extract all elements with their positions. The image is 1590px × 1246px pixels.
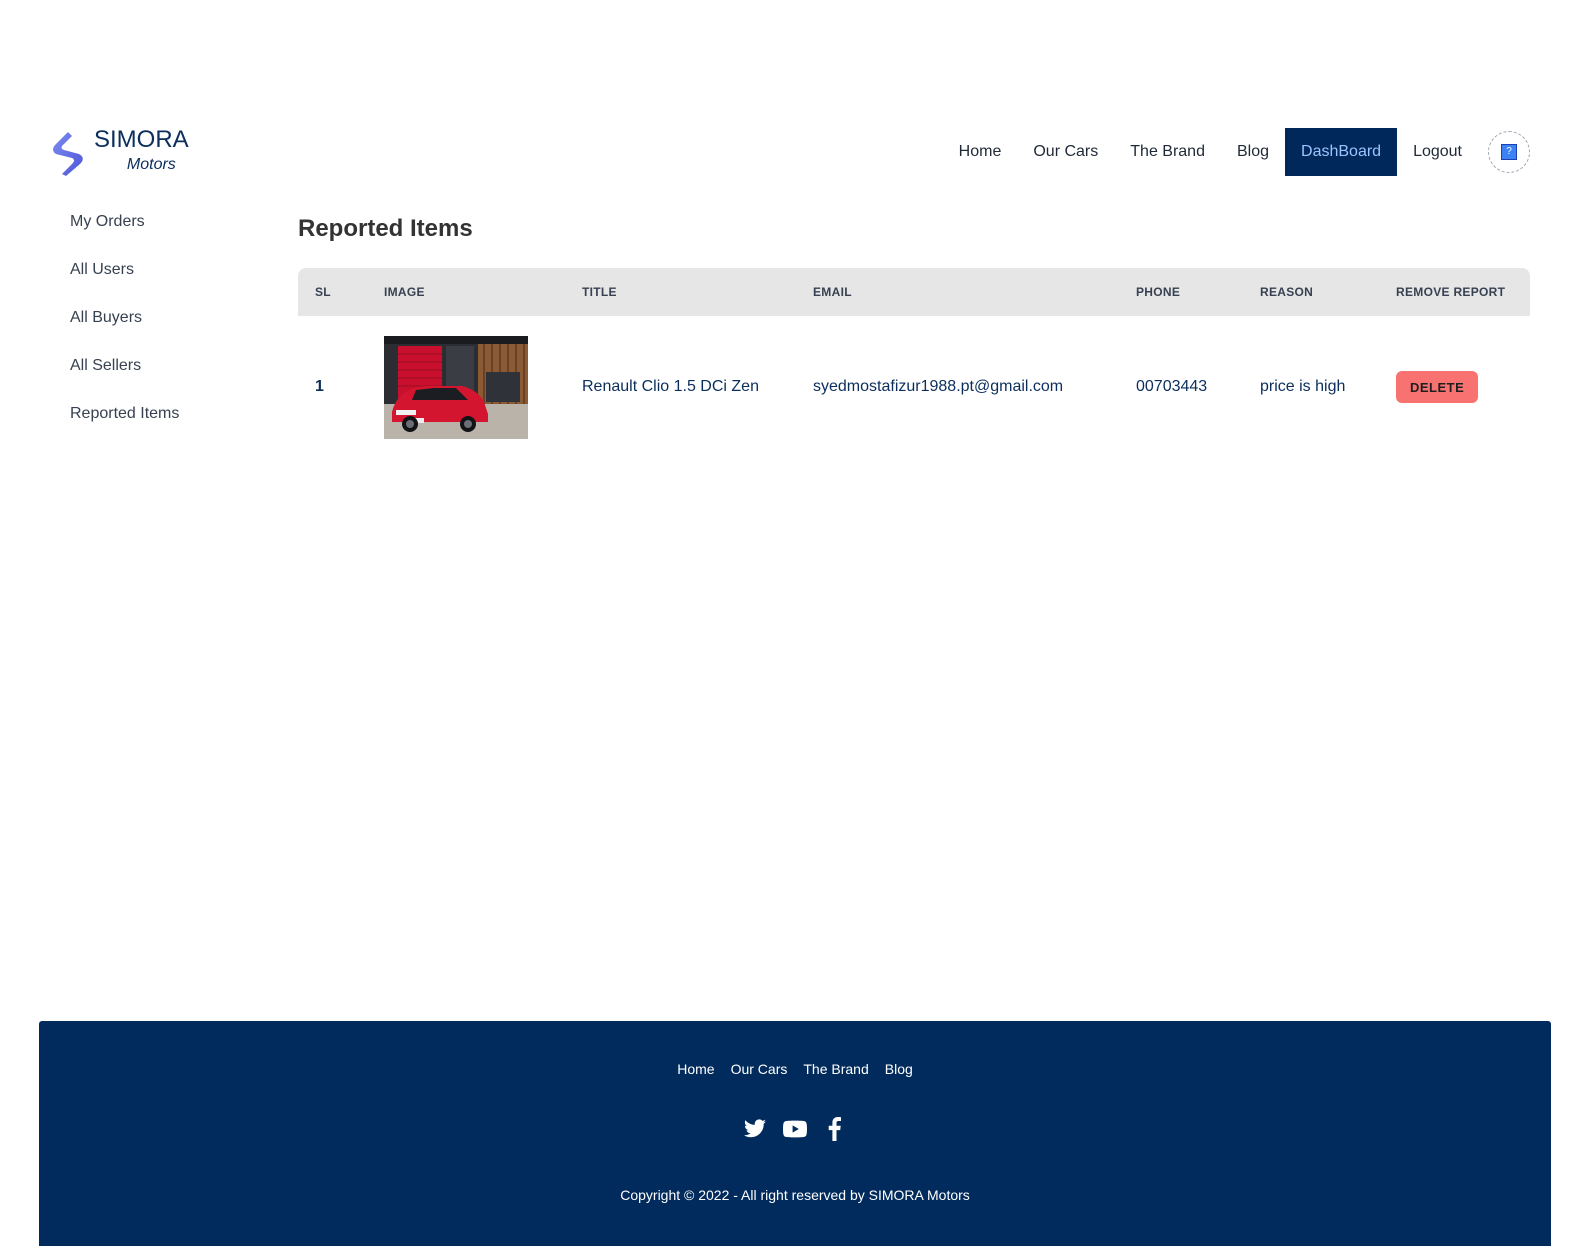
page-title: Reported Items <box>298 215 473 242</box>
social-links <box>39 1117 1551 1141</box>
cell-sl: 1 <box>315 378 324 395</box>
copyright-text: Copyright © 2022 - All right reserved by… <box>620 1187 970 1203</box>
cell-image <box>367 316 565 458</box>
column-header-remove-report: REMOVE REPORT <box>1396 285 1506 299</box>
cell-reason: price is high <box>1260 378 1346 395</box>
column-header-image: IMAGE <box>384 285 425 299</box>
column-header-phone: PHONE <box>1136 285 1181 299</box>
logo-icon <box>53 132 83 176</box>
sidebar: My Orders All Users All Buyers All Selle… <box>70 206 179 446</box>
cell-phone: 00703443 <box>1136 378 1208 395</box>
nav-the-brand[interactable]: The Brand <box>1114 128 1221 176</box>
brand-logo-link[interactable]: SIMORA Motors <box>46 126 189 178</box>
nav-home[interactable]: Home <box>943 128 1018 176</box>
cell-title: Renault Clio 1.5 DCi Zen <box>582 378 759 395</box>
column-header-sl: SL <box>315 285 331 299</box>
nav-logout[interactable]: Logout <box>1397 128 1478 176</box>
brand-name: SIMORA <box>94 126 189 153</box>
nav-dashboard[interactable]: DashBoard <box>1285 128 1398 176</box>
facebook-icon[interactable] <box>823 1117 847 1141</box>
footer-link-home[interactable]: Home <box>677 1061 714 1077</box>
table-row: 1 Renault Clio 1.5 DCi Zen syedmostafizu… <box>298 316 1530 458</box>
footer-link-our-cars[interactable]: Our Cars <box>731 1061 788 1077</box>
column-header-title: TITLE <box>582 285 617 299</box>
delete-button[interactable]: DELETE <box>1396 371 1479 403</box>
footer-link-blog[interactable]: Blog <box>885 1061 913 1077</box>
column-header-reason: REASON <box>1260 285 1314 299</box>
youtube-icon[interactable] <box>783 1117 807 1141</box>
cell-remove-report: DELETE <box>1379 316 1530 458</box>
brand-subtitle: Motors <box>126 156 176 173</box>
sidebar-item-my-orders[interactable]: My Orders <box>70 206 179 254</box>
cell-email: syedmostafizur1988.pt@gmail.com <box>813 378 1064 395</box>
nav-blog[interactable]: Blog <box>1221 128 1285 176</box>
sidebar-item-all-users[interactable]: All Users <box>70 254 179 302</box>
table-header-row: SL IMAGE TITLE EMAIL PHONE REASON REMOVE… <box>298 268 1530 316</box>
car-thumbnail <box>384 335 528 439</box>
footer-links: Home Our Cars The Brand Blog <box>39 1061 1551 1077</box>
nav-our-cars[interactable]: Our Cars <box>1017 128 1114 176</box>
reported-items-table: SL IMAGE TITLE EMAIL PHONE REASON REMOVE… <box>298 268 1530 458</box>
sidebar-item-all-sellers[interactable]: All Sellers <box>70 350 179 398</box>
twitter-icon[interactable] <box>743 1117 767 1141</box>
sidebar-item-reported-items[interactable]: Reported Items <box>70 398 179 446</box>
avatar[interactable]: ? <box>1488 131 1530 173</box>
column-header-email: EMAIL <box>813 285 852 299</box>
sidebar-item-all-buyers[interactable]: All Buyers <box>70 302 179 350</box>
footer-link-the-brand[interactable]: The Brand <box>803 1061 868 1077</box>
footer: Home Our Cars The Brand Blog Copyright ©… <box>39 1021 1551 1246</box>
top-nav: Home Our Cars The Brand Blog DashBoard L… <box>943 128 1530 176</box>
broken-image-icon: ? <box>1501 144 1517 160</box>
